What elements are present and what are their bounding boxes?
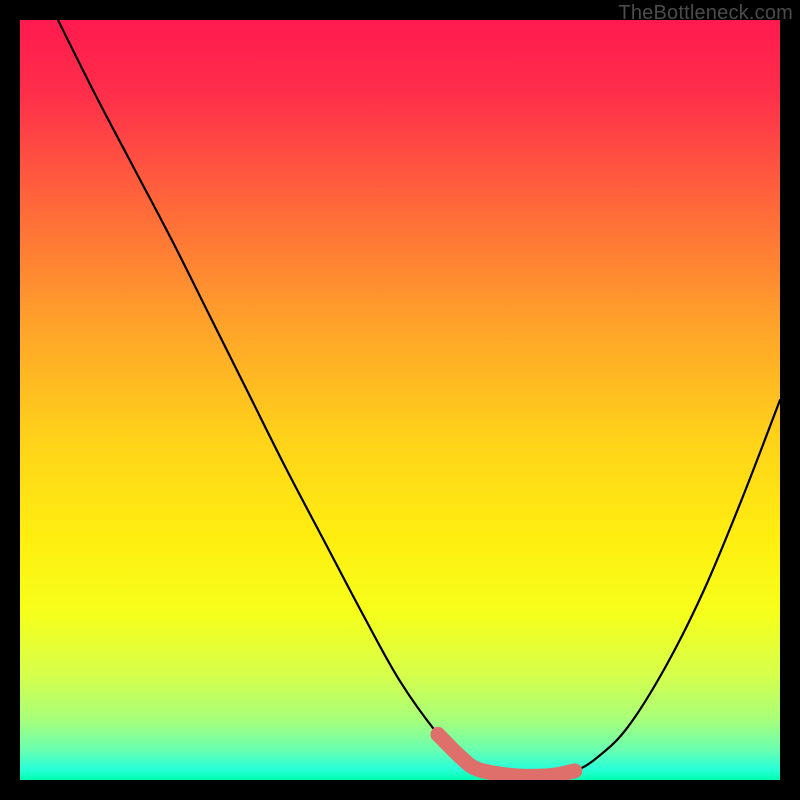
plot-area bbox=[20, 20, 780, 780]
optimal-band-highlight bbox=[438, 734, 575, 776]
curve-layer bbox=[20, 20, 780, 780]
bottleneck-curve bbox=[58, 20, 780, 776]
